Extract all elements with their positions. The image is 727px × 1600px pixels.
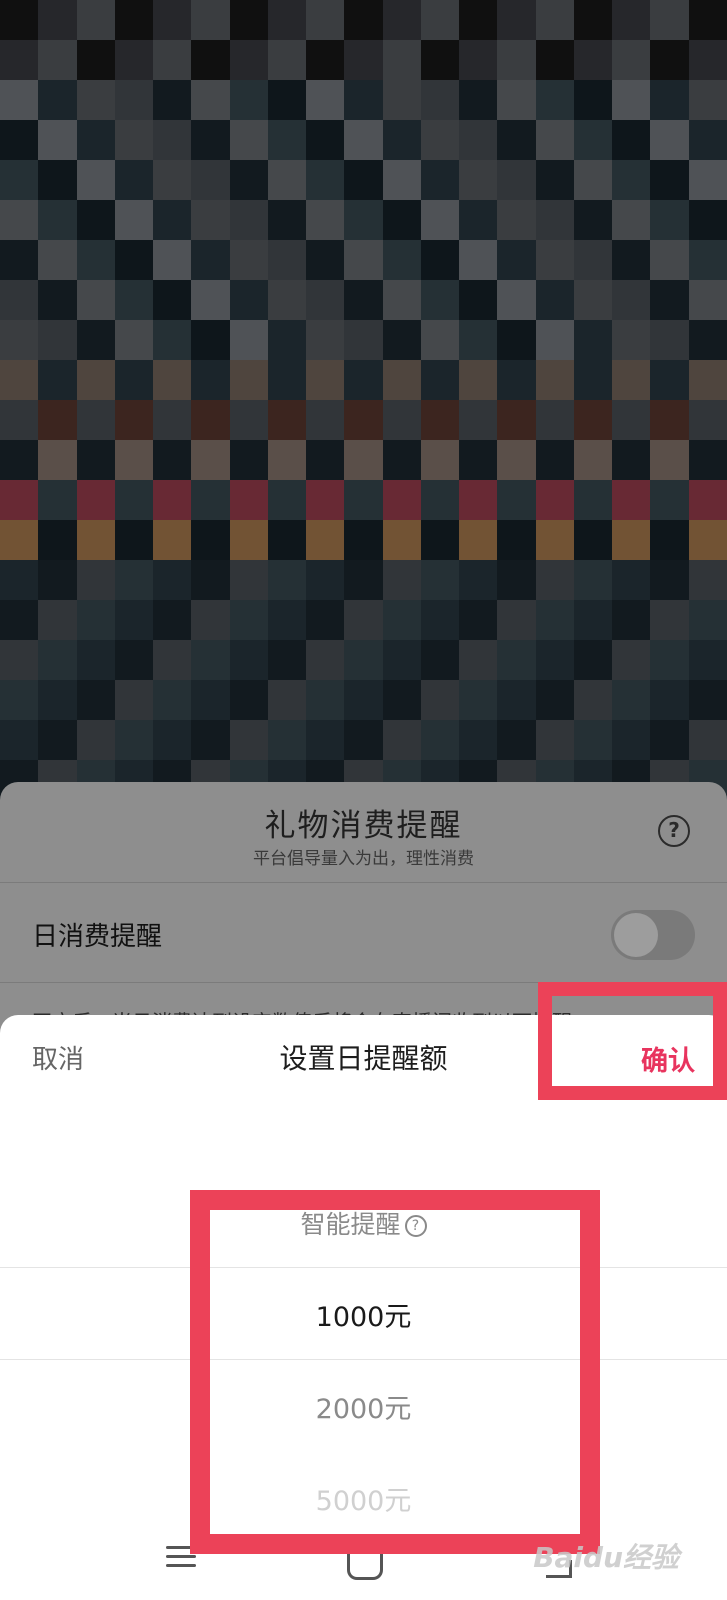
daily-reminder-toggle[interactable] [611,910,695,960]
highlight-box-confirm [538,982,727,1100]
gift-panel-subtitle: 平台倡导量入为出，理性消费 [253,849,474,869]
toggle-knob [614,913,658,957]
home-icon[interactable] [347,1552,383,1580]
daily-reminder-label: 日消费提醒 [32,922,163,952]
help-icon[interactable]: ? [658,815,690,847]
watermark-logo: Baidu经验 [533,1541,679,1574]
divider [0,882,727,883]
gift-panel-title: 礼物消费提醒 [264,808,463,844]
highlight-box-picker [190,1190,600,1554]
